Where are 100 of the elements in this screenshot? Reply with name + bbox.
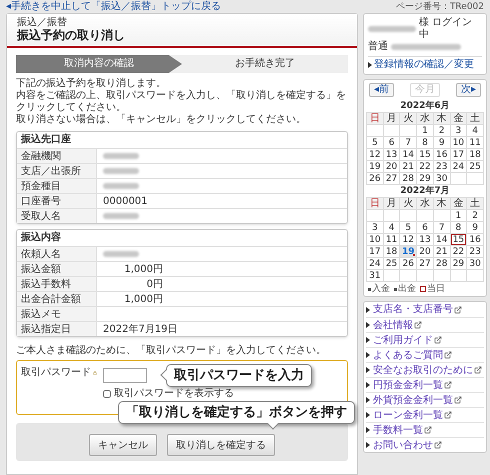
day-cell[interactable]: 3 (367, 222, 383, 233)
day-cell[interactable]: 3 (450, 125, 466, 136)
day-cell[interactable]: 20 (384, 161, 400, 172)
progress-step: お手続き完了 (182, 55, 348, 73)
day-cell[interactable]: 29 (417, 173, 433, 184)
profile-link[interactable]: 登録情報の確認／変更 (374, 59, 474, 71)
day-cell[interactable]: 30 (467, 258, 483, 269)
day-cell[interactable]: 6 (384, 137, 400, 148)
day-cell[interactable]: 27 (417, 258, 433, 269)
day-cell[interactable]: 17 (450, 149, 466, 160)
day-cell[interactable]: 1 (450, 210, 466, 221)
bullet-icon (366, 412, 370, 418)
day-cell[interactable]: 15 (450, 234, 466, 245)
prev-month-button[interactable]: ◂前 (369, 83, 394, 97)
day-cell[interactable]: 17 (367, 246, 383, 257)
day-cell[interactable]: 13 (417, 234, 433, 245)
external-link-icon (434, 441, 442, 449)
day-cell[interactable]: 11 (467, 137, 483, 148)
day-cell[interactable]: 19 (400, 246, 416, 257)
day-cell[interactable]: 24 (367, 258, 383, 269)
nav-link[interactable]: お問い合わせ (373, 438, 433, 452)
day-cell[interactable]: 25 (467, 161, 483, 172)
row-label-cell: 依頼人名 (17, 247, 97, 261)
day-cell[interactable]: 13 (384, 149, 400, 160)
weekday-cell: 土 (467, 113, 484, 125)
day-cell[interactable]: 14 (434, 234, 450, 245)
next-month-button[interactable]: 次▸ (456, 83, 481, 97)
nav-link[interactable]: ローン金利一覧 (373, 408, 443, 422)
day-cell[interactable]: 31 (367, 270, 383, 281)
nav-link[interactable]: ご利用ガイド (373, 334, 433, 346)
day-cell[interactable]: 10 (367, 234, 383, 245)
day-cell[interactable]: 25 (384, 258, 400, 269)
weekday-cell: 日 (367, 113, 384, 125)
weekday-cell: 水 (417, 113, 434, 125)
callout-tooltip: 「取り消しを確定する」ボタンを押す (118, 401, 355, 431)
day-cell[interactable]: 5 (367, 137, 383, 148)
action-button[interactable]: 取り消しを確定する (167, 434, 275, 456)
day-cell[interactable]: 10 (450, 137, 466, 148)
progress-step: 取消内容の確認 (16, 55, 182, 73)
legend-text: 当日 (427, 284, 445, 294)
nav-link[interactable]: 支店名・支店番号 (373, 303, 453, 316)
action-button[interactable]: キャンセル (89, 434, 157, 456)
day-cell[interactable]: 26 (400, 258, 416, 269)
weekday-cell: 月 (384, 198, 400, 210)
day-cell[interactable]: 23 (467, 246, 483, 257)
day-cell[interactable]: 22 (417, 161, 433, 172)
day-cell[interactable]: 20 (417, 246, 433, 257)
day-cell[interactable]: 18 (384, 246, 400, 257)
day-cell[interactable]: 30 (434, 173, 450, 184)
day-cell[interactable]: 26 (367, 173, 383, 184)
day-cell[interactable]: 22 (450, 246, 466, 257)
day-cell[interactable]: 8 (450, 222, 466, 233)
day-cell[interactable]: 7 (400, 137, 416, 148)
day-cell[interactable]: 27 (384, 173, 400, 184)
day-cell[interactable]: 6 (417, 222, 433, 233)
day-cell[interactable]: 1 (417, 125, 433, 136)
row-label-cell: 預金種目 (17, 179, 97, 193)
day-cell[interactable]: 24 (450, 161, 466, 172)
day-cell[interactable]: 5 (400, 222, 416, 233)
row-label-cell: 金融機関 (17, 149, 97, 163)
day-cell[interactable]: 16 (467, 234, 483, 245)
day-cell[interactable]: 2 (467, 210, 483, 221)
day-cell[interactable]: 21 (400, 161, 416, 172)
day-cell[interactable]: 16 (434, 149, 450, 160)
bullet-icon (368, 62, 372, 68)
day-cell[interactable]: 4 (467, 125, 483, 136)
day-cell[interactable]: 9 (434, 137, 450, 148)
day-cell[interactable]: 12 (400, 234, 416, 245)
day-cell[interactable]: 19 (367, 161, 383, 172)
show-password-checkbox[interactable] (103, 390, 111, 398)
day-cell[interactable]: 28 (434, 258, 450, 269)
day-cell[interactable]: 28 (400, 173, 416, 184)
day-cell[interactable]: 4 (384, 222, 400, 233)
day-cell[interactable]: 21 (434, 246, 450, 257)
page-number: ページ番号：TRe002 (396, 1, 484, 13)
day-cell[interactable]: 23 (434, 161, 450, 172)
day-cell[interactable]: 12 (367, 149, 383, 160)
nav-link[interactable]: 外貨預金金利一覧 (373, 394, 453, 406)
nav-link[interactable]: 会社情報 (373, 318, 413, 332)
nav-link[interactable]: 手数料一覧 (373, 424, 423, 436)
back-link[interactable]: ◂手続きを中止して「振込／振替」トップに戻る (6, 1, 222, 13)
day-cell[interactable]: 8 (417, 137, 433, 148)
day-cell[interactable]: 15 (417, 149, 433, 160)
nav-link[interactable]: よくあるご質問 (373, 348, 443, 362)
value-text: 1,000円 (123, 292, 163, 306)
day-cell[interactable]: 14 (400, 149, 416, 160)
breadcrumb: 振込／振替 (17, 17, 68, 28)
external-link-icon (424, 426, 432, 434)
nav-link[interactable]: 円預金金利一覧 (373, 378, 443, 392)
instruction-text: 下記の振込予約を取り消します。 (16, 78, 167, 90)
day-cell[interactable]: 18 (467, 149, 483, 160)
day-cell[interactable]: 29 (450, 258, 466, 269)
day-cell[interactable]: 7 (434, 222, 450, 233)
day-cell[interactable]: 9 (467, 222, 483, 233)
nav-link[interactable]: 安全なお取引のために (373, 364, 473, 376)
day-cell[interactable]: 11 (384, 234, 400, 245)
external-link-icon (454, 396, 462, 404)
weekday-cell: 木 (434, 198, 451, 210)
password-field[interactable] (103, 368, 147, 383)
day-cell[interactable]: 2 (434, 125, 450, 136)
